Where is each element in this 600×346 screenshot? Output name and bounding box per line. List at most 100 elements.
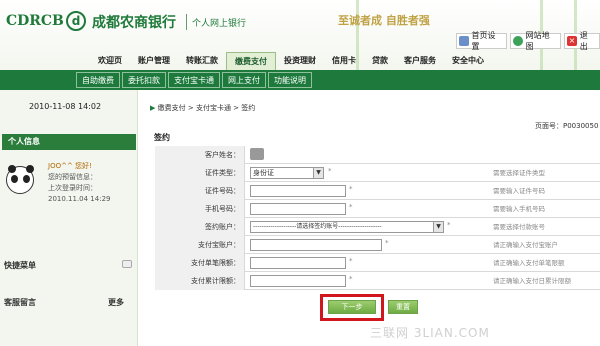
alipay-account-hint: 请正确输入支付宝账户 bbox=[493, 241, 558, 249]
last-login-label: 上次登录时间： bbox=[48, 184, 97, 192]
tool-label: 退出 bbox=[579, 31, 588, 51]
greeting: JOO^^ 您好! bbox=[48, 162, 92, 170]
personal-info-header: 个人信息 bbox=[2, 134, 136, 150]
section-title: 签约 bbox=[154, 133, 170, 142]
nav-account[interactable]: 账户管理 bbox=[130, 52, 178, 70]
single-limit-hint: 请正确输入支付单笔限额 bbox=[493, 259, 565, 267]
daily-limit-hint: 请正确输入支付日累计限额 bbox=[493, 277, 571, 285]
nav-welcome[interactable]: 欢迎页 bbox=[90, 52, 130, 70]
bank-logo-text: CDRCB bbox=[6, 13, 64, 29]
chevron-down-icon: ▼ bbox=[433, 222, 443, 232]
daily-limit-input[interactable] bbox=[250, 275, 346, 287]
id-type-select[interactable]: 身份证 ▼ bbox=[250, 167, 324, 179]
collapse-toggle[interactable] bbox=[122, 260, 132, 268]
avatar-ear bbox=[8, 165, 16, 173]
subnav-entrusted-debit[interactable]: 委托扣款 bbox=[122, 72, 166, 88]
nav-payment[interactable]: 缴费支付 bbox=[226, 52, 276, 70]
close-icon: × bbox=[567, 36, 577, 46]
required-star: * bbox=[349, 185, 353, 193]
more-link[interactable]: 更多 bbox=[108, 297, 124, 308]
form-row: 手机号码： * 需要输入手机号码 bbox=[155, 200, 600, 218]
sub-nav: 自助缴费 委托扣款 支付宝卡通 网上支付 功能说明 bbox=[0, 70, 600, 90]
breadcrumb-text: 缴费支付 > 支付宝卡通 > 签约 bbox=[157, 104, 256, 112]
account-hint: 需要选择付款账号 bbox=[493, 223, 545, 231]
id-type-label: 证件类型： bbox=[155, 164, 245, 182]
account-select[interactable]: --------------------请选择签约账号-------------… bbox=[250, 221, 444, 233]
avatar bbox=[6, 165, 34, 194]
required-star: * bbox=[447, 221, 451, 229]
logo-divider bbox=[186, 14, 187, 30]
nav-loan[interactable]: 贷款 bbox=[364, 52, 396, 70]
form-row: 支付宝账户： * 请正确输入支付宝账户 bbox=[155, 236, 600, 254]
last-login-time: 2010.11.04 14:29 bbox=[48, 195, 111, 203]
nav-credit-card[interactable]: 信用卡 bbox=[324, 52, 364, 70]
form-row: 证件号码： * 需要输入证件号码 bbox=[155, 182, 600, 200]
subnav-online-payment[interactable]: 网上支付 bbox=[222, 72, 266, 88]
current-datetime: 2010-11-08 14:02 bbox=[28, 102, 102, 111]
map-icon bbox=[513, 36, 523, 46]
bank-logo-icon: d bbox=[66, 11, 86, 31]
daily-limit-label: 支付累计限额： bbox=[155, 272, 245, 290]
id-type-value: 身份证 bbox=[253, 169, 274, 177]
page-number: 页面号：P0030050 bbox=[535, 122, 599, 130]
phone-label: 手机号码： bbox=[155, 200, 245, 218]
required-star: * bbox=[385, 239, 389, 247]
subnav-alipay-card[interactable]: 支付宝卡通 bbox=[168, 72, 220, 88]
phone-hint: 需要输入手机号码 bbox=[493, 205, 545, 213]
id-type-hint: 需要选择证件类型 bbox=[493, 169, 545, 177]
form-row: 签约账户： --------------------请选择签约账号-------… bbox=[155, 218, 600, 236]
id-number-input[interactable] bbox=[250, 185, 346, 197]
account-label: 签约账户： bbox=[155, 218, 245, 236]
quick-menu-title: 快捷菜单 bbox=[4, 261, 36, 270]
required-star: * bbox=[349, 275, 353, 283]
nav-transfer[interactable]: 转账汇款 bbox=[178, 52, 226, 70]
id-number-hint: 需要输入证件号码 bbox=[493, 187, 545, 195]
form-row: 支付累计限额： * 请正确输入支付日累计限额 bbox=[155, 272, 600, 290]
tool-label: 网站地图 bbox=[525, 31, 550, 51]
customer-name-value bbox=[250, 148, 264, 160]
subnav-self-payment[interactable]: 自助缴费 bbox=[76, 72, 120, 88]
watermark: 三联网 3LIAN.COM bbox=[370, 326, 490, 340]
nav-customer-service[interactable]: 客户服务 bbox=[396, 52, 444, 70]
next-button[interactable]: 下一步 bbox=[328, 300, 376, 314]
avatar-ear bbox=[26, 165, 34, 173]
required-star: * bbox=[349, 257, 353, 265]
reset-button[interactable]: 重置 bbox=[388, 300, 418, 314]
account-select-value: --------------------请选择签约账号-------------… bbox=[253, 223, 382, 230]
single-limit-input[interactable] bbox=[250, 257, 346, 269]
messages-header: 客服留言 更多 bbox=[4, 297, 134, 309]
header: CDRCB d 成都农商银行 个人网上银行 至诚者成 自胜者强 首页设置 网站地… bbox=[0, 0, 600, 72]
signup-form: 客户姓名： 证件类型： 身份证 ▼ * 需要选择证件类型 证件号码： * 需要输… bbox=[155, 146, 600, 304]
customer-name-label: 客户姓名： bbox=[155, 146, 245, 164]
breadcrumb: ▶ 缴费支付 > 支付宝卡通 > 签约 bbox=[150, 103, 255, 113]
phone-input[interactable] bbox=[250, 203, 346, 215]
main-nav: 欢迎页 账户管理 转账汇款 缴费支付 投资理财 信用卡 贷款 客户服务 安全中心 bbox=[90, 52, 600, 70]
service-name: 个人网上银行 bbox=[192, 19, 247, 29]
tool-label: 首页设置 bbox=[471, 31, 496, 51]
quick-menu-header: 快捷菜单 bbox=[4, 260, 134, 272]
subnav-help[interactable]: 功能说明 bbox=[268, 72, 312, 88]
required-star: * bbox=[328, 167, 332, 175]
form-row: 证件类型： 身份证 ▼ * 需要选择证件类型 bbox=[155, 164, 600, 182]
site-map-link[interactable]: 网站地图 bbox=[510, 31, 562, 51]
chevron-down-icon: ▼ bbox=[313, 168, 323, 178]
single-limit-label: 支付单笔限额： bbox=[155, 254, 245, 272]
id-number-label: 证件号码： bbox=[155, 182, 245, 200]
slogan: 至诚者成 自胜者强 bbox=[338, 14, 430, 27]
bank-name: 成都农商银行 bbox=[92, 15, 176, 31]
logout-link[interactable]: × 退出 bbox=[564, 31, 600, 51]
alipay-account-label: 支付宝账户： bbox=[155, 236, 245, 254]
nav-security[interactable]: 安全中心 bbox=[444, 52, 492, 70]
breadcrumb-arrow-icon: ▶ bbox=[150, 104, 156, 112]
required-star: * bbox=[349, 203, 353, 211]
user-info: JOO^^ 您好! 您的预留信息： 上次登录时间： 2010.11.04 14:… bbox=[48, 161, 110, 205]
form-row: 支付单笔限额： * 请正确输入支付单笔限额 bbox=[155, 254, 600, 272]
home-settings-link[interactable]: 首页设置 bbox=[456, 31, 508, 51]
header-tools: 首页设置 网站地图 × 退出 bbox=[456, 31, 600, 51]
home-icon bbox=[459, 36, 469, 46]
alipay-account-input[interactable] bbox=[250, 239, 382, 251]
form-row: 客户姓名： bbox=[155, 146, 600, 164]
main-content: ▶ 缴费支付 > 支付宝卡通 > 签约 页面号：P0030050 签约 客户姓名… bbox=[140, 90, 600, 346]
messages-title: 客服留言 bbox=[4, 298, 36, 307]
nav-investment[interactable]: 投资理财 bbox=[276, 52, 324, 70]
